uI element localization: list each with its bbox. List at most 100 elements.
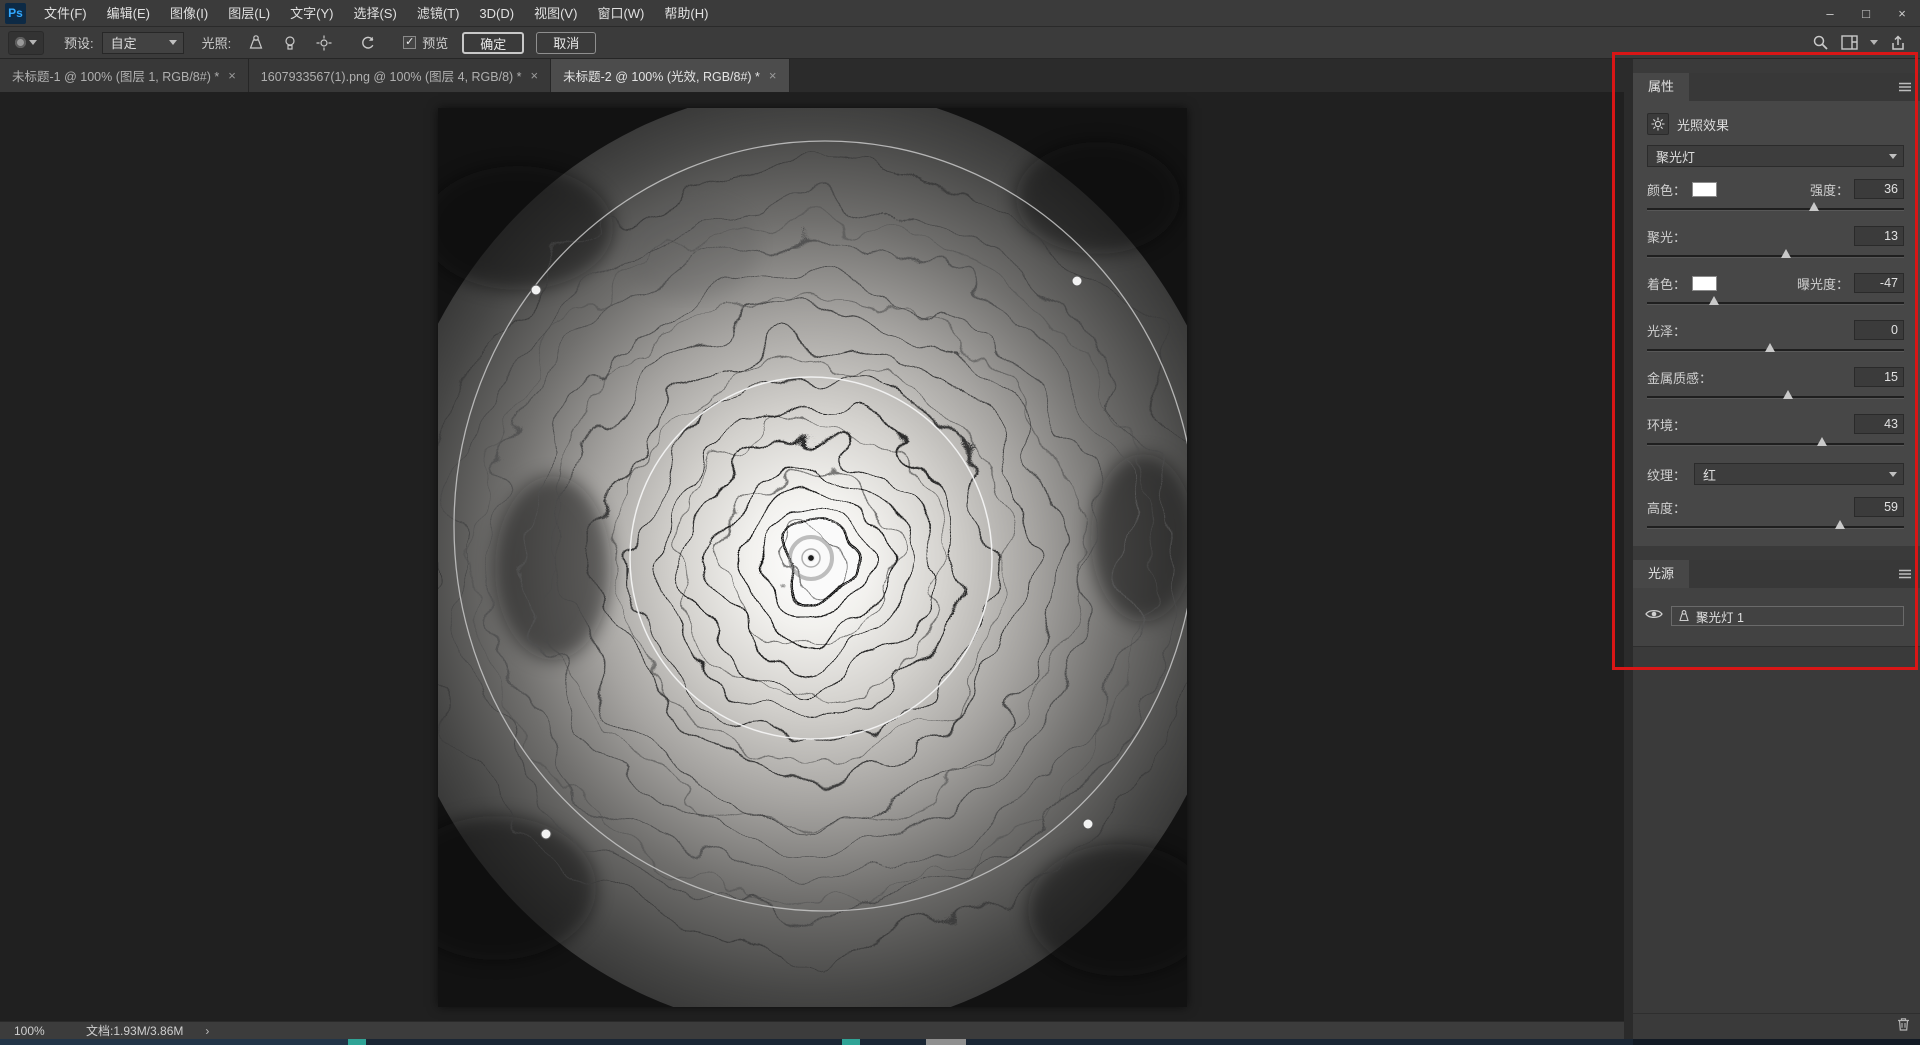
tab-close-icon[interactable]: × — [228, 68, 236, 83]
menu-item-10[interactable]: 帮助(H) — [654, 0, 718, 27]
options-bar-right — [1812, 34, 1920, 51]
slider-thumb — [1835, 520, 1845, 529]
exposure-slider[interactable] — [1647, 296, 1904, 308]
ok-button[interactable]: 确定 — [462, 32, 524, 54]
gloss-slider[interactable] — [1647, 343, 1904, 355]
search-icon[interactable] — [1812, 34, 1829, 51]
close-button[interactable]: × — [1884, 0, 1920, 27]
property-row-metallic: 金属质感： 15 — [1647, 367, 1904, 387]
lighting-tool-preset-button[interactable] — [8, 31, 44, 55]
main-area: 未标题-1 @ 100% (图层 1, RGB/8#) *×1607933567… — [0, 59, 1920, 1039]
menu-bar: Ps 文件(F)编辑(E)图像(I)图层(L)文字(Y)选择(S)滤镜(T)3D… — [0, 0, 1920, 27]
effect-title-row: 光照效果 — [1647, 113, 1904, 135]
property-row-ambience: 环境： 43 — [1647, 414, 1904, 434]
menu-item-9[interactable]: 窗口(W) — [587, 0, 654, 27]
property-row-texture: 纹理： 红 — [1647, 463, 1904, 485]
share-icon[interactable] — [1890, 35, 1906, 51]
texture-dropdown[interactable]: 红 — [1694, 463, 1904, 485]
menu-item-2[interactable]: 图像(I) — [160, 0, 218, 27]
exposure-value[interactable]: -47 — [1854, 273, 1904, 293]
lighting-effects-preview — [438, 108, 1187, 1007]
metallic-slider[interactable] — [1647, 390, 1904, 402]
metallic-value[interactable]: 15 — [1854, 367, 1904, 387]
chevron-down-icon[interactable] — [1870, 40, 1878, 45]
options-bar: 预设: 自定 光照: — [0, 27, 1920, 59]
exposure-label: 曝光度： — [1797, 274, 1849, 293]
light-list-item[interactable]: 聚光灯 1 — [1645, 606, 1904, 626]
dock-empty-area — [1633, 647, 1920, 1013]
minimize-button[interactable]: – — [1812, 0, 1848, 27]
menu-item-7[interactable]: 3D(D) — [469, 0, 524, 27]
panel-menu-icon[interactable] — [1898, 560, 1920, 588]
preview-checkbox[interactable]: ✓ — [403, 36, 416, 49]
preview-checkbox-group: ✓ 预览 — [403, 33, 448, 52]
document-tab-bar: 未标题-1 @ 100% (图层 1, RGB/8#) *×1607933567… — [0, 59, 1624, 92]
visibility-eye-icon[interactable] — [1645, 607, 1663, 625]
texture-value: 红 — [1703, 465, 1716, 484]
menu-item-8[interactable]: 视图(V) — [524, 0, 587, 27]
light-item-box[interactable]: 聚光灯 1 — [1671, 606, 1904, 626]
tab-properties[interactable]: 属性 — [1633, 73, 1689, 101]
menu-item-6[interactable]: 滤镜(T) — [407, 0, 470, 27]
photoshop-window: Ps 文件(F)编辑(E)图像(I)图层(L)文字(Y)选择(S)滤镜(T)3D… — [0, 0, 1920, 1045]
light-type-dropdown[interactable]: 聚光灯 — [1647, 145, 1904, 167]
menu-item-3[interactable]: 图层(L) — [218, 0, 280, 27]
slider-thumb — [1709, 296, 1719, 305]
reset-lights-button[interactable] — [357, 32, 379, 54]
panel-menu-icon[interactable] — [1898, 73, 1920, 101]
add-infinite-light-button[interactable] — [313, 32, 335, 54]
canvas-area[interactable] — [0, 92, 1624, 1021]
menu-item-4[interactable]: 文字(Y) — [280, 0, 343, 27]
document-tab[interactable]: 未标题-2 @ 100% (光效, RGB/8#) * × — [551, 59, 789, 92]
preset-dropdown[interactable]: 自定 — [102, 32, 184, 54]
spot-light-icon — [247, 34, 265, 52]
tab-close-icon[interactable]: × — [769, 68, 777, 83]
point-light-icon — [281, 34, 299, 52]
document-tab[interactable]: 未标题-1 @ 100% (图层 1, RGB/8#) *× — [0, 59, 249, 92]
color-label: 颜色： — [1647, 180, 1686, 199]
property-row-height: 高度： 59 — [1647, 497, 1904, 517]
tab-lights[interactable]: 光源 — [1633, 560, 1689, 588]
delete-trash-icon[interactable] — [1897, 1017, 1910, 1036]
zoom-level[interactable]: 100% — [14, 1024, 60, 1038]
tab-title: 未标题-2 @ 100% (光效, RGB/8#) * — [563, 66, 760, 85]
menu-item-1[interactable]: 编辑(E) — [97, 0, 160, 27]
color-swatch[interactable] — [1692, 182, 1717, 197]
properties-panel-header: 属性 — [1633, 73, 1920, 101]
preset-value: 自定 — [111, 33, 137, 52]
document-area: 未标题-1 @ 100% (图层 1, RGB/8#) *×1607933567… — [0, 59, 1624, 1039]
height-label: 高度： — [1647, 498, 1686, 517]
panel-splitter[interactable] — [1624, 59, 1633, 1039]
chevron-down-icon — [169, 40, 177, 45]
chevron-down-icon — [1889, 472, 1897, 477]
colorize-swatch[interactable] — [1692, 276, 1717, 291]
metallic-label: 金属质感： — [1647, 368, 1712, 387]
hotspot-value[interactable]: 13 — [1854, 226, 1904, 246]
menu-items: 文件(F)编辑(E)图像(I)图层(L)文字(Y)选择(S)滤镜(T)3D(D)… — [34, 0, 718, 26]
add-spot-light-button[interactable] — [245, 32, 267, 54]
maximize-button[interactable]: □ — [1848, 0, 1884, 27]
workspace-layout-icon[interactable] — [1841, 35, 1858, 50]
light-tool-icon — [15, 37, 26, 48]
properties-panel-body: 光照效果 聚光灯 颜色： 强度： 36 — [1633, 101, 1920, 546]
cancel-button[interactable]: 取消 — [536, 32, 596, 54]
gloss-value[interactable]: 0 — [1854, 320, 1904, 340]
intensity-value[interactable]: 36 — [1854, 179, 1904, 199]
status-chevron-icon[interactable]: › — [205, 1024, 209, 1038]
tab-close-icon[interactable]: × — [531, 68, 539, 83]
ambience-value[interactable]: 43 — [1854, 414, 1904, 434]
lighting-effects-icon — [1647, 113, 1669, 135]
height-value[interactable]: 59 — [1854, 497, 1904, 517]
document-tab[interactable]: 1607933567(1).png @ 100% (图层 4, RGB/8) *… — [249, 59, 551, 92]
spot-light-icon — [1677, 609, 1691, 623]
texture-label: 纹理： — [1647, 465, 1686, 484]
document-canvas[interactable] — [438, 108, 1187, 1007]
ambience-slider[interactable] — [1647, 437, 1904, 449]
hotspot-slider[interactable] — [1647, 249, 1904, 261]
taskbar-segment — [1633, 1039, 1920, 1045]
height-slider[interactable] — [1647, 520, 1904, 532]
intensity-slider[interactable] — [1647, 202, 1904, 214]
menu-item-0[interactable]: 文件(F) — [34, 0, 97, 27]
add-point-light-button[interactable] — [279, 32, 301, 54]
menu-item-5[interactable]: 选择(S) — [343, 0, 406, 27]
